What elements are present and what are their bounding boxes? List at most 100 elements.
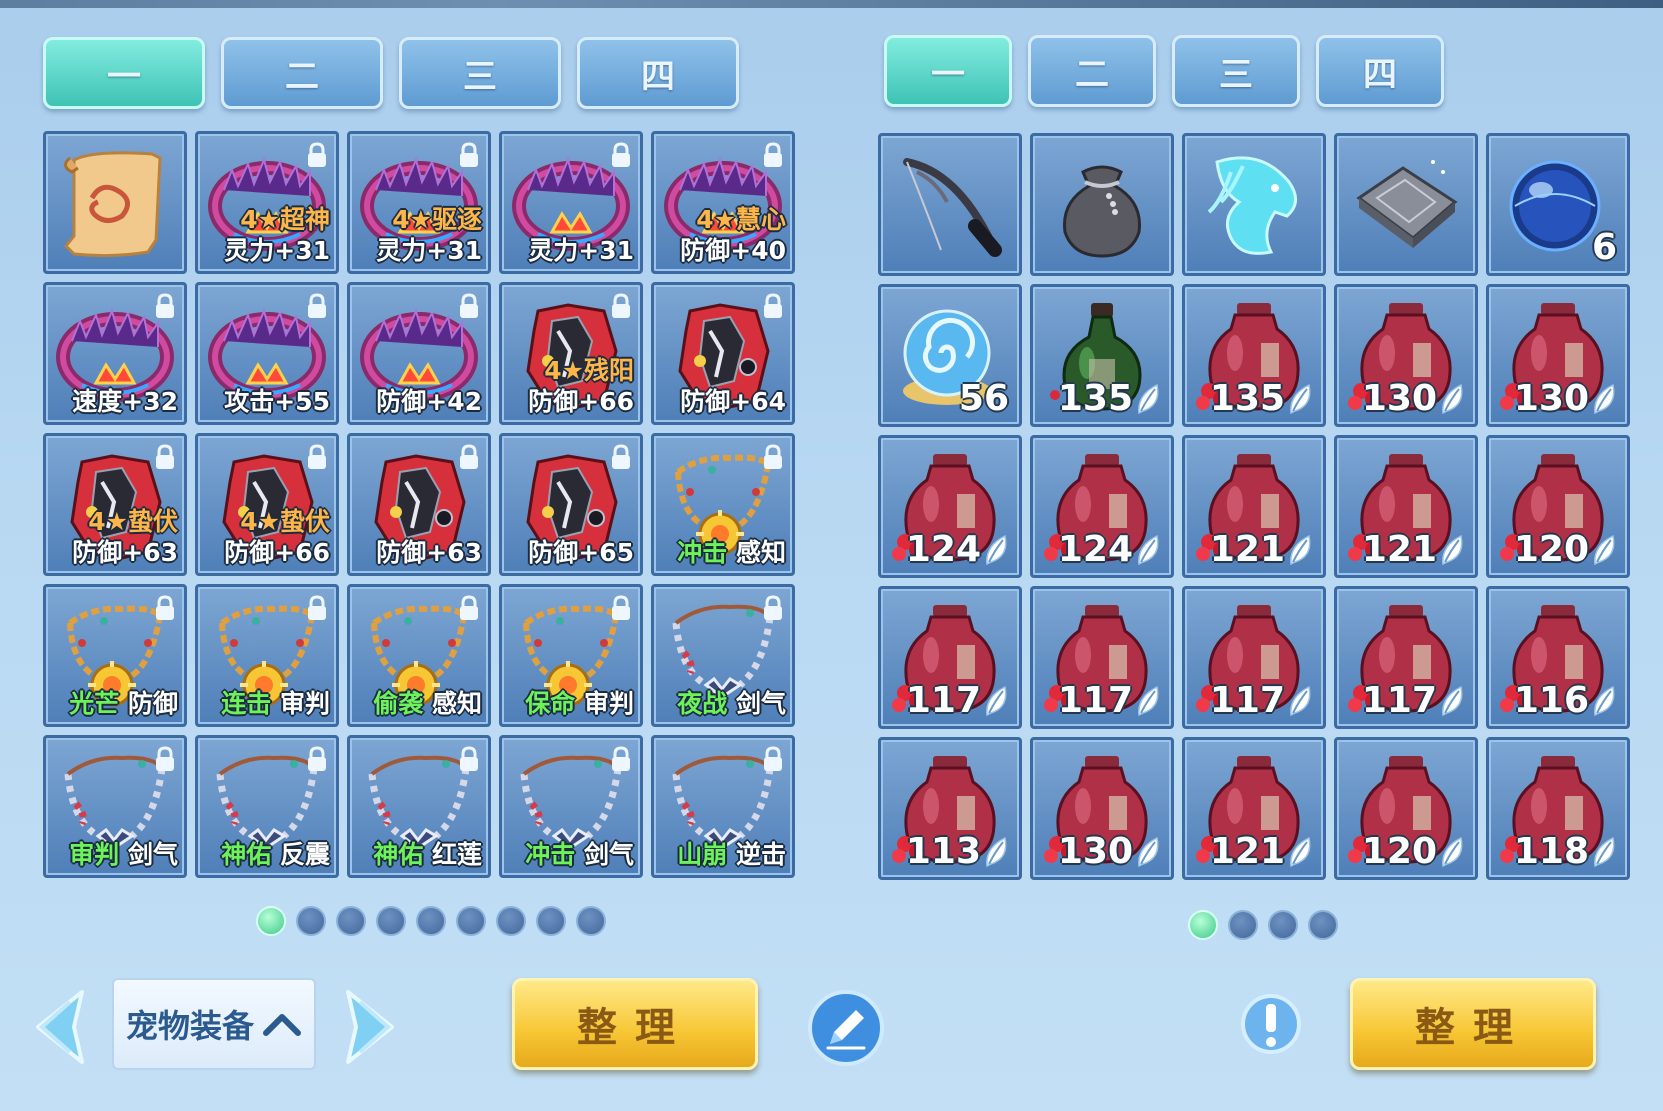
equipment-slot[interactable]: 4★蛰伏 防御+63 bbox=[43, 433, 187, 576]
page-dot[interactable] bbox=[1308, 910, 1338, 940]
item-slot[interactable]: 121 bbox=[1334, 435, 1478, 578]
left-bag-tab-4[interactable]: 四 bbox=[577, 37, 739, 109]
page-dot[interactable] bbox=[456, 906, 486, 936]
right-bag-tab-4[interactable]: 四 bbox=[1316, 35, 1444, 107]
equipment-slot[interactable]: 4★超神 灵力+31 bbox=[195, 131, 339, 274]
stat-bonus: 防御+65 bbox=[528, 538, 634, 567]
right-bag-tab-3[interactable]: 三 bbox=[1172, 35, 1300, 107]
lock-icon bbox=[460, 595, 478, 620]
left-bag-tab-2[interactable]: 二 bbox=[221, 37, 383, 109]
category-dropdown[interactable]: 宠物装备 bbox=[112, 978, 316, 1070]
lock-icon bbox=[156, 595, 174, 620]
item-slot[interactable]: 124 bbox=[878, 435, 1022, 578]
stat-bonus: 防御+63 bbox=[376, 538, 482, 567]
leaf-icon bbox=[1290, 685, 1311, 717]
item-slot[interactable]: 121 bbox=[1182, 435, 1326, 578]
equipment-slot[interactable]: 审判 剑气 bbox=[43, 735, 187, 878]
item-slot[interactable]: 124 bbox=[1030, 435, 1174, 578]
equipment-slot[interactable]: 防御+64 bbox=[651, 282, 795, 425]
item-slot[interactable]: 117 bbox=[878, 586, 1022, 729]
item-slot[interactable]: 130 bbox=[1486, 284, 1630, 427]
equipment-slot[interactable]: 防御+65 bbox=[499, 433, 643, 576]
left-bag-tab-3[interactable]: 三 bbox=[399, 37, 561, 109]
count-value: 56 bbox=[958, 378, 1009, 419]
leaf-icon bbox=[1442, 685, 1463, 717]
item-slot[interactable]: 56 bbox=[878, 284, 1022, 427]
equipment-slot[interactable]: 4★驱逐 灵力+31 bbox=[347, 131, 491, 274]
page-dot[interactable] bbox=[1268, 910, 1298, 940]
page-dot[interactable] bbox=[1188, 910, 1218, 940]
info-exclamation-icon[interactable] bbox=[1240, 990, 1302, 1060]
equipment-slot[interactable]: 山崩 逆击 bbox=[651, 735, 795, 878]
equipment-slot[interactable]: 攻击+55 bbox=[195, 282, 339, 425]
equipment-slot[interactable]: 冲击 感知 bbox=[651, 433, 795, 576]
equipment-slot[interactable]: 防御+42 bbox=[347, 282, 491, 425]
item-count: 135 bbox=[1210, 380, 1313, 418]
item-slot[interactable]: 117 bbox=[1030, 586, 1174, 729]
sort-left-button[interactable]: 整理 bbox=[512, 978, 758, 1070]
page-dot[interactable] bbox=[536, 906, 566, 936]
equipment-slot[interactable]: 光芒 防御 bbox=[43, 584, 187, 727]
equipment-slot[interactable]: 神佑 红莲 bbox=[347, 735, 491, 878]
item-count: 117 bbox=[1058, 682, 1161, 720]
item-slot[interactable]: 113 bbox=[878, 737, 1022, 880]
skill-labels: 神佑 红莲 bbox=[373, 841, 482, 869]
item-slot[interactable]: 116 bbox=[1486, 586, 1630, 729]
equipment-slot[interactable]: 夜战 剑气 bbox=[651, 584, 795, 727]
page-dot[interactable] bbox=[256, 906, 286, 936]
equipment-slot[interactable]: 4★蛰伏 防御+66 bbox=[195, 433, 339, 576]
page-dot[interactable] bbox=[496, 906, 526, 936]
page-dot[interactable] bbox=[416, 906, 446, 936]
item-slot[interactable] bbox=[1182, 133, 1326, 276]
lock-icon bbox=[460, 142, 478, 167]
count-value: 121 bbox=[1209, 831, 1285, 872]
equipment-slot[interactable]: 冲击 剑气 bbox=[499, 735, 643, 878]
item-count: 121 bbox=[1210, 833, 1313, 871]
count-value: 118 bbox=[1513, 831, 1589, 872]
skill-1: 保命 bbox=[525, 689, 576, 718]
page-dot[interactable] bbox=[336, 906, 366, 936]
equipment-slot[interactable]: 速度+32 bbox=[43, 282, 187, 425]
prev-arrow-icon[interactable] bbox=[20, 982, 90, 1072]
item-slot[interactable]: 6 bbox=[1486, 133, 1630, 276]
page-dot[interactable] bbox=[296, 906, 326, 936]
item-slot[interactable]: 121 bbox=[1182, 737, 1326, 880]
page-dot[interactable] bbox=[1228, 910, 1258, 940]
left-bag-tab-1[interactable]: 一 bbox=[43, 37, 205, 109]
item-slot[interactable]: 130 bbox=[1334, 284, 1478, 427]
item-slot[interactable]: 117 bbox=[1182, 586, 1326, 729]
equipment-slot[interactable]: 灵力+31 bbox=[499, 131, 643, 274]
item-slot[interactable]: 118 bbox=[1486, 737, 1630, 880]
lock-icon bbox=[764, 595, 782, 620]
lock-icon bbox=[308, 595, 326, 620]
item-slot[interactable] bbox=[878, 133, 1022, 276]
item-slot[interactable]: 117 bbox=[1334, 586, 1478, 729]
item-slot[interactable] bbox=[1030, 133, 1174, 276]
item-slot[interactable]: 120 bbox=[1486, 435, 1630, 578]
edit-pencil-icon[interactable] bbox=[806, 988, 886, 1068]
page-dot[interactable] bbox=[576, 906, 606, 936]
item-slot[interactable] bbox=[1334, 133, 1478, 276]
item-slot[interactable]: 130 bbox=[1030, 737, 1174, 880]
equipment-slot[interactable]: 偷袭 感知 bbox=[347, 584, 491, 727]
equipment-slot[interactable]: 神佑 反震 bbox=[195, 735, 339, 878]
sort-right-button[interactable]: 整理 bbox=[1350, 978, 1596, 1070]
equipment-slot[interactable]: 4★残阳 防御+66 bbox=[499, 282, 643, 425]
star-affix: 4★慧心 bbox=[696, 205, 786, 234]
equipment-slot[interactable]: 连击 审判 bbox=[195, 584, 339, 727]
right-bag-tab-1[interactable]: 一 bbox=[884, 35, 1012, 107]
skill-1: 偷袭 bbox=[373, 689, 424, 718]
stat-bonus: 灵力+31 bbox=[224, 236, 330, 265]
next-arrow-icon[interactable] bbox=[340, 982, 410, 1072]
equipment-slot[interactable] bbox=[43, 131, 187, 274]
item-slot[interactable]: 135 bbox=[1030, 284, 1174, 427]
count-value: 135 bbox=[1057, 378, 1133, 419]
item-slot[interactable]: 120 bbox=[1334, 737, 1478, 880]
right-bag-tab-2[interactable]: 二 bbox=[1028, 35, 1156, 107]
equipment-slot[interactable]: 保命 审判 bbox=[499, 584, 643, 727]
item-slot[interactable]: 135 bbox=[1182, 284, 1326, 427]
equipment-slot[interactable]: 防御+63 bbox=[347, 433, 491, 576]
page-dot[interactable] bbox=[376, 906, 406, 936]
equipment-slot[interactable]: 4★慧心 防御+40 bbox=[651, 131, 795, 274]
spirit-horse-icon bbox=[1191, 142, 1317, 268]
